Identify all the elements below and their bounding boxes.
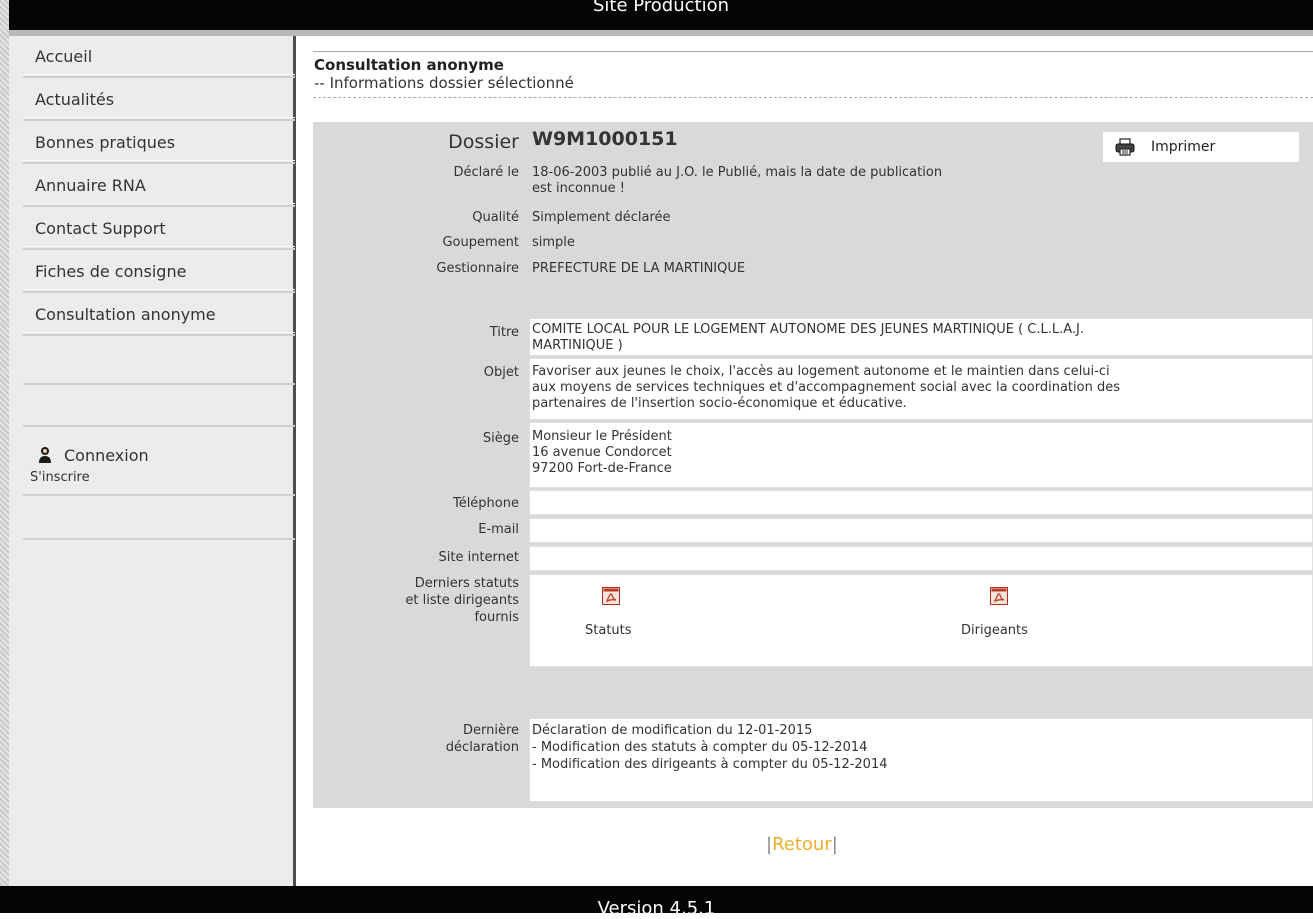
declared-label: Déclaré le: [453, 165, 519, 180]
window-frame: [0, 0, 9, 913]
last-declaration-line1: Déclaration de modification du 12-01-201…: [532, 723, 813, 738]
printer-icon: [1115, 138, 1135, 156]
back-bar-right: |: [831, 834, 838, 855]
documents-label-line1: Derniers statuts: [414, 576, 519, 591]
user-icon: [39, 447, 51, 463]
dossier-panel: Dossier W9M1000151 Imprimer Déclaré le 1…: [313, 122, 1313, 808]
title-label: Titre: [489, 325, 519, 340]
documents-label-line2: et liste dirigeants: [405, 593, 519, 608]
title-value-line2: MARTINIQUE ): [532, 338, 623, 353]
top-banner: Site Production: [9, 0, 1313, 30]
main-content: Consultation anonyme -- Informations dos…: [299, 36, 1313, 886]
last-declaration-line2: - Modification des statuts à compter du …: [532, 740, 868, 755]
page-subtitle: -- Informations dossier sélectionné: [314, 74, 574, 92]
print-label: Imprimer: [1151, 139, 1216, 155]
object-label: Objet: [483, 365, 519, 380]
sidebar: Accueil Actualités Bonnes pratiques Annu…: [9, 36, 296, 886]
pdf-icon[interactable]: [602, 587, 620, 605]
grouping-value: simple: [532, 235, 575, 250]
manager-label: Gestionnaire: [436, 261, 519, 276]
last-declaration-label-line1: Dernière: [462, 723, 519, 738]
website-box: [529, 546, 1313, 571]
print-button[interactable]: Imprimer: [1103, 132, 1299, 162]
declared-value-line2: est inconnue !: [532, 181, 626, 196]
manager-value: PREFECTURE DE LA MARTINIQUE: [532, 261, 746, 276]
dirigeants-link[interactable]: Dirigeants: [961, 623, 1028, 638]
pdf-icon[interactable]: [990, 587, 1008, 605]
last-declaration-line3: - Modification des dirigeants à compter …: [532, 757, 888, 772]
sidebar-item-bonnes-pratiques[interactable]: Bonnes pratiques: [23, 122, 295, 164]
phone-label: Téléphone: [452, 496, 519, 511]
last-declaration-label-line2: déclaration: [445, 740, 519, 755]
footer-banner: Version 4.5.1: [0, 886, 1313, 919]
sidebar-item-fiches-consigne[interactable]: Fiches de consigne: [23, 251, 295, 293]
email-box: [529, 518, 1313, 543]
title-value-line1: COMITE LOCAL POUR LE LOGEMENT AUTONOME D…: [532, 322, 1085, 337]
sidebar-item-actualites[interactable]: Actualités: [23, 79, 295, 121]
documents-label-line3: fournis: [474, 610, 519, 625]
seat-value-line1: Monsieur le Président: [532, 429, 672, 444]
login-link[interactable]: Connexion: [64, 446, 149, 465]
seat-value-line3: 97200 Fort-de-France: [532, 461, 672, 476]
object-value-line3: partenaires de l'insertion socio-économi…: [532, 396, 907, 411]
back-nav: |Retour|: [766, 834, 838, 855]
grouping-label: Goupement: [442, 235, 519, 250]
version-label: Version 4.5.1: [597, 898, 716, 919]
object-value-line2: aux moyens de services techniques et d'a…: [532, 380, 1120, 395]
email-label: E-mail: [478, 522, 519, 537]
back-link[interactable]: Retour: [772, 834, 832, 855]
login-block: Connexion S'inscrire: [23, 440, 295, 496]
quality-value: Simplement déclarée: [532, 210, 671, 225]
sidebar-item-contact-support[interactable]: Contact Support: [23, 208, 295, 250]
seat-value-line2: 16 avenue Condorcet: [532, 445, 672, 460]
quality-label: Qualité: [472, 210, 519, 225]
sidebar-spacer: [23, 338, 295, 385]
dossier-number: W9M1000151: [532, 128, 678, 150]
seat-label: Siège: [482, 431, 519, 446]
register-link[interactable]: S'inscrire: [30, 470, 90, 485]
statuts-link[interactable]: Statuts: [585, 623, 632, 638]
sidebar-item-annuaire-rna[interactable]: Annuaire RNA: [23, 165, 295, 207]
declared-value-line1: 18-06-2003 publié au J.O. le Publié, mai…: [532, 165, 943, 180]
sidebar-item-accueil[interactable]: Accueil: [23, 36, 295, 78]
site-title: Site Production: [592, 0, 730, 16]
sidebar-spacer: [23, 498, 295, 540]
website-label: Site internet: [438, 550, 520, 565]
documents-box: [529, 574, 1313, 667]
sidebar-spacer: [23, 385, 295, 427]
dossier-label: Dossier: [448, 131, 519, 153]
object-value-line1: Favoriser aux jeunes le choix, l'accès a…: [532, 364, 1110, 379]
page-title: Consultation anonyme: [314, 56, 504, 74]
phone-box: [529, 490, 1313, 515]
sidebar-item-consultation-anonyme[interactable]: Consultation anonyme: [23, 294, 295, 336]
page-heading: Consultation anonyme -- Informations dos…: [313, 51, 1313, 98]
